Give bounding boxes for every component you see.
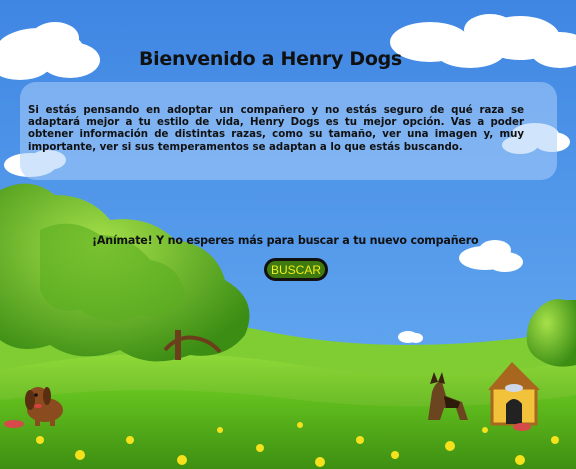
page-title: Bienvenido a Henry Dogs — [139, 48, 402, 70]
dog-bowl-icon — [4, 420, 24, 428]
intro-paragraph: Si estás pensando en adoptar un compañer… — [28, 105, 524, 153]
search-button[interactable]: BUSCAR — [264, 258, 328, 281]
dog-bowl-icon — [513, 423, 531, 431]
call-to-action-text: ¡Anímate! Y no esperes más para buscar a… — [92, 234, 479, 247]
